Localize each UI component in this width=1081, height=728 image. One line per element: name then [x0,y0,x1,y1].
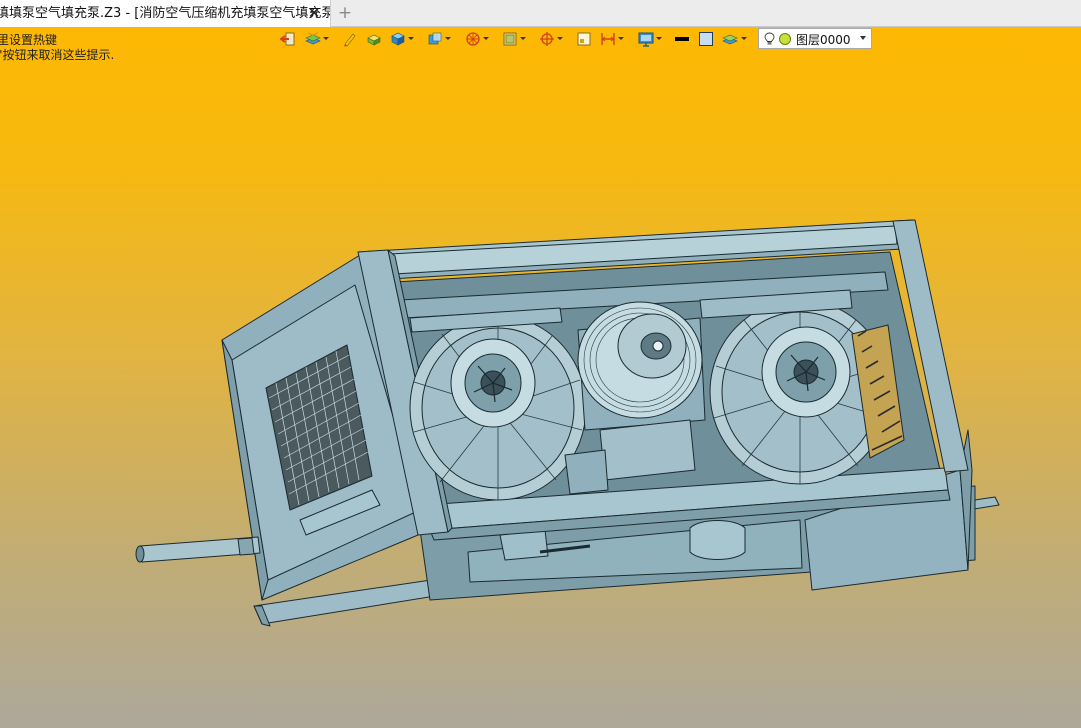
3d-viewport[interactable] [0,27,1081,728]
document-tab-bar: 填填泵空气填充泵.Z3 - [消防空气压缩机充填泵空气填充泵] ✕ + [0,0,1081,27]
new-tab-icon[interactable]: + [336,0,354,27]
outlet-pipe [135,536,261,563]
document-tab[interactable]: 填填泵空气填充泵.Z3 - [消防空气压缩机充填泵空气填充泵] ✕ [0,0,331,27]
close-tab-icon[interactable]: ✕ [306,0,322,27]
document-tab-title: 填填泵空气填充泵.Z3 - [消防空气压缩机充填泵空气填充泵] [0,6,331,21]
left-blower [409,315,587,501]
compressor-model[interactable] [0,27,1081,728]
center-motor [564,301,706,495]
